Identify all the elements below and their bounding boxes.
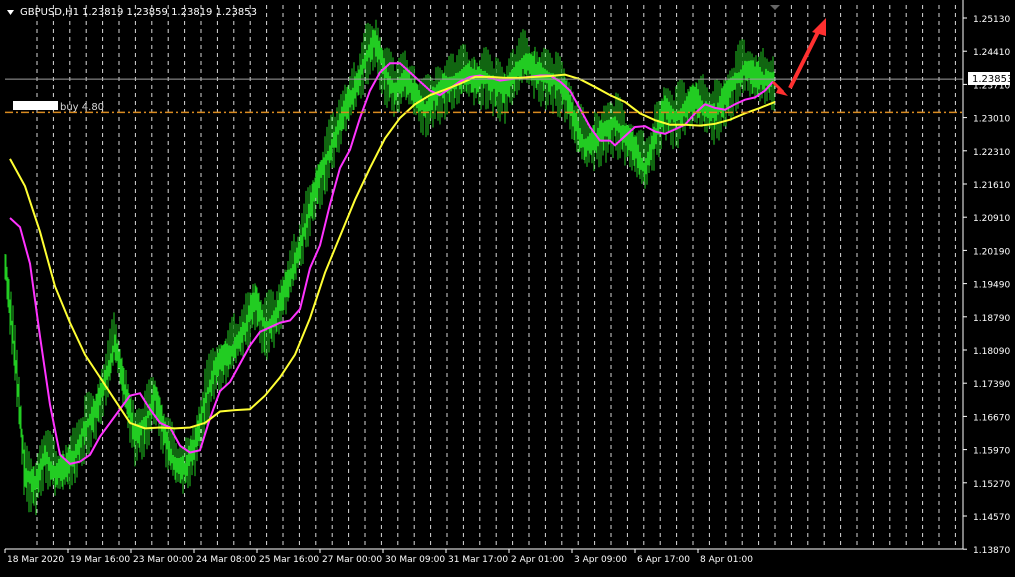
price-tick-label: 1.19490 [973,281,1010,291]
time-tick-label: 3 Apr 09:00 [574,555,627,565]
price-tick-label: 1.22310 [973,148,1010,158]
time-tick-label: 30 Mar 09:00 [385,555,445,565]
price-tick-label: 1.18090 [973,347,1010,357]
time-tick-label: 25 Mar 16:00 [259,555,319,565]
price-tick-label: 1.16670 [973,413,1010,423]
price-tick-label: 1.24410 [973,48,1010,58]
chart-svg[interactable]: 1.251301.244101.237101.230101.223101.216… [0,0,1015,573]
price-tick-label: 1.15270 [973,480,1010,490]
price-tick-label: 1.20190 [973,247,1010,257]
time-tick-label: 24 Mar 08:00 [196,555,256,565]
current-price-label: 1.23853 [972,74,1013,85]
price-tick-label: 1.15970 [973,447,1010,457]
time-tick-label: 23 Mar 00:00 [133,555,193,565]
price-tick-label: 1.18790 [973,314,1010,324]
price-tick-label: 1.14570 [973,513,1010,523]
price-tick-label: 1.23010 [973,115,1010,125]
time-tick-label: 31 Mar 17:00 [448,555,508,565]
price-tick-label: 1.13870 [973,546,1010,556]
time-tick-label: 8 Apr 01:00 [700,555,753,565]
time-tick-label: 2 Apr 01:00 [511,555,564,565]
time-tick-label: 19 Mar 16:00 [70,555,130,565]
time-tick-label: 27 Mar 00:00 [322,555,382,565]
time-tick-label: 6 Apr 17:00 [637,555,690,565]
order-label: buy 4.80 [60,102,104,113]
price-tick-label: 1.17390 [973,380,1010,390]
ohlc-values: 1.23819 1.23859 1.23819 1.23853 [82,7,257,18]
price-tick-label: 1.25130 [973,15,1010,25]
order-label-redaction [13,101,58,110]
price-chart[interactable]: 1.25130 1.24410 1.23710 1.23010 1.22310 1.216… [0,0,1015,573]
price-tick-label: 1.20910 [973,214,1010,224]
symbol-label: GBPUSD,H1 [20,7,79,18]
time-tick-label: 18 Mar 2020 [7,555,64,565]
price-tick-label: 1.21610 [973,181,1010,191]
